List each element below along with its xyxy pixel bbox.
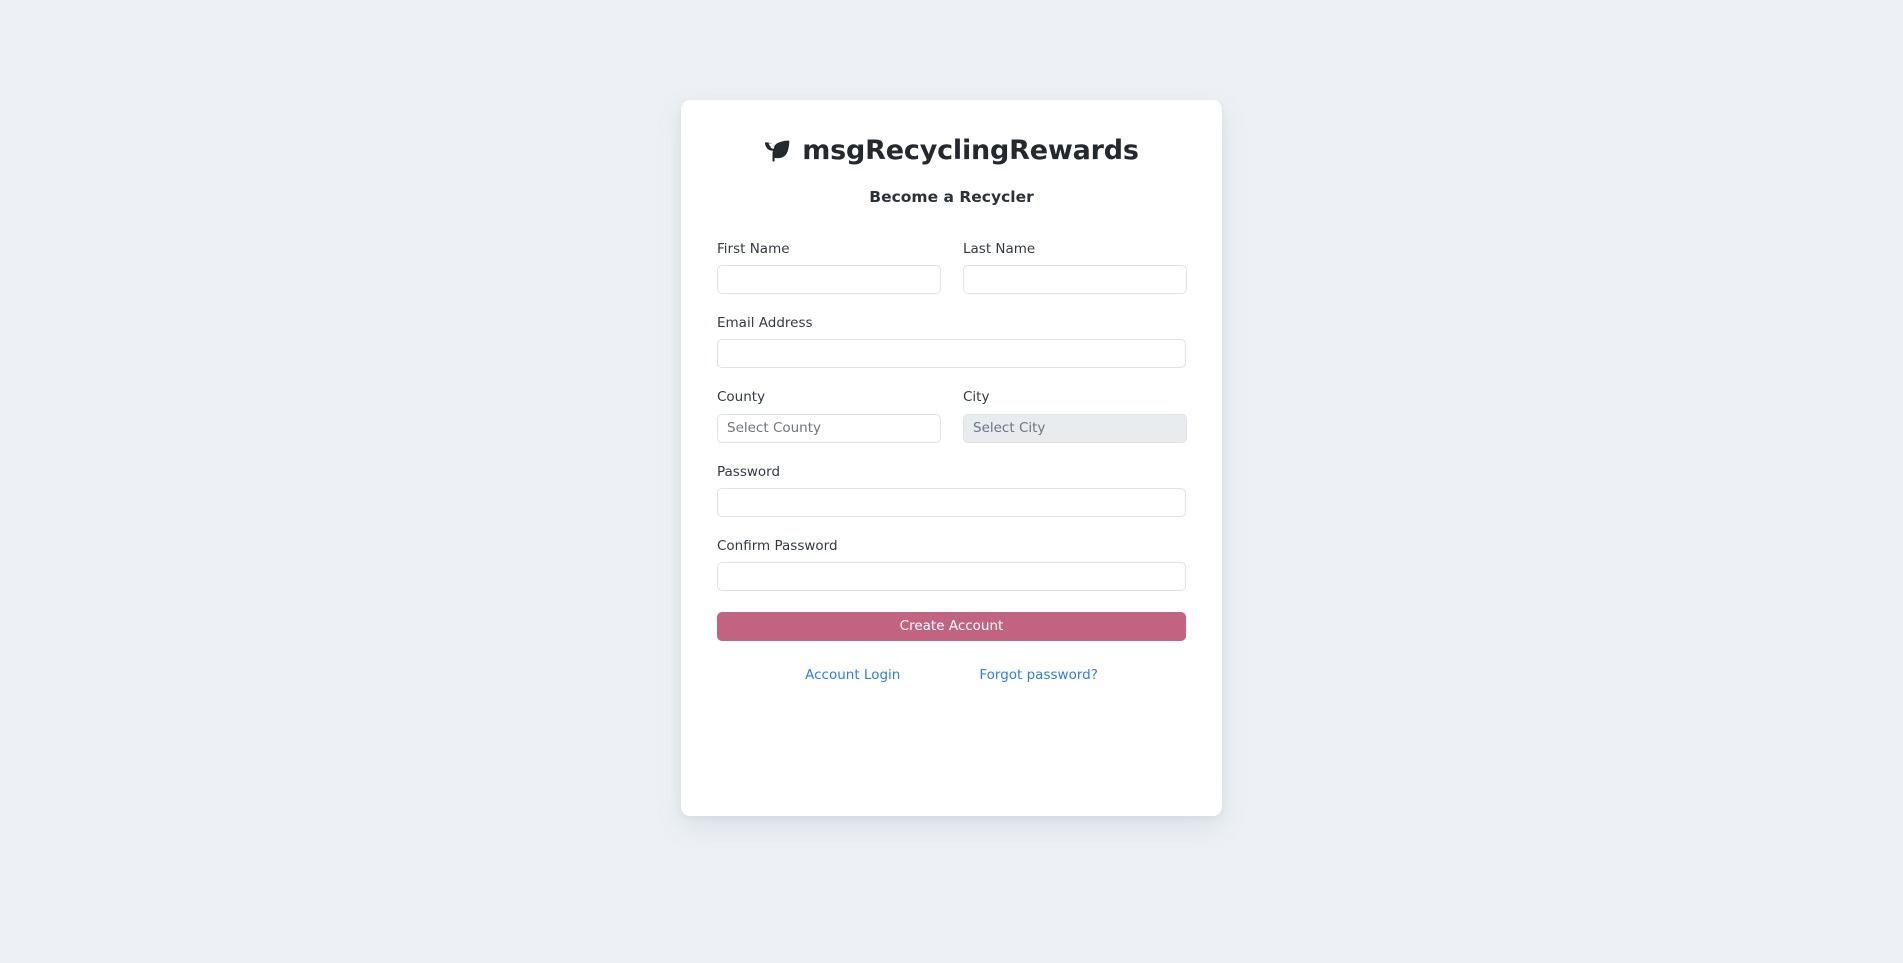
confirm-password-input[interactable] xyxy=(717,561,1186,591)
location-row: County Select County City Select City xyxy=(717,389,1187,463)
page-root: msgRecyclingRewards Become a Recycler Fi… xyxy=(0,0,1903,963)
brand-header: msgRecyclingRewards xyxy=(717,136,1186,165)
county-select[interactable]: Select County xyxy=(717,413,941,443)
forgot-password-link[interactable]: Forgot password? xyxy=(979,667,1098,683)
last-name-input[interactable] xyxy=(963,265,1187,295)
email-field-group: Email Address xyxy=(717,315,1186,369)
first-name-label: First Name xyxy=(717,241,790,257)
password-label: Password xyxy=(717,463,781,480)
confirm-password-label: Confirm Password xyxy=(717,537,838,554)
city-field-group: City Select City xyxy=(963,389,1187,443)
password-input[interactable] xyxy=(717,487,1186,517)
last-name-label: Last Name xyxy=(963,241,1036,257)
city-select[interactable]: Select City xyxy=(963,413,1187,443)
account-login-link[interactable]: Account Login xyxy=(805,667,900,683)
signup-card: msgRecyclingRewards Become a Recycler Fi… xyxy=(681,100,1222,816)
first-name-input[interactable] xyxy=(717,265,941,295)
signup-form: First Name Last Name Email Address Count… xyxy=(717,241,1187,683)
name-row: First Name Last Name xyxy=(717,241,1187,315)
password-field-group: Password xyxy=(717,464,1186,517)
page-subtitle: Become a Recycler xyxy=(869,188,1034,206)
city-label: City xyxy=(963,389,990,406)
county-field-group: County Select County xyxy=(717,389,941,443)
footer-links: Account Login Forgot password? xyxy=(717,667,1186,683)
confirm-password-field-group: Confirm Password xyxy=(717,538,1186,591)
leaf-icon xyxy=(765,140,790,162)
county-label: County xyxy=(717,389,766,406)
email-input[interactable] xyxy=(717,339,1186,369)
email-label: Email Address xyxy=(717,315,813,332)
create-account-button[interactable]: Create Account xyxy=(717,611,1186,641)
last-name-field-group: Last Name xyxy=(963,241,1187,295)
first-name-field-group: First Name xyxy=(717,241,941,295)
brand-title: msgRecyclingRewards xyxy=(802,135,1139,166)
